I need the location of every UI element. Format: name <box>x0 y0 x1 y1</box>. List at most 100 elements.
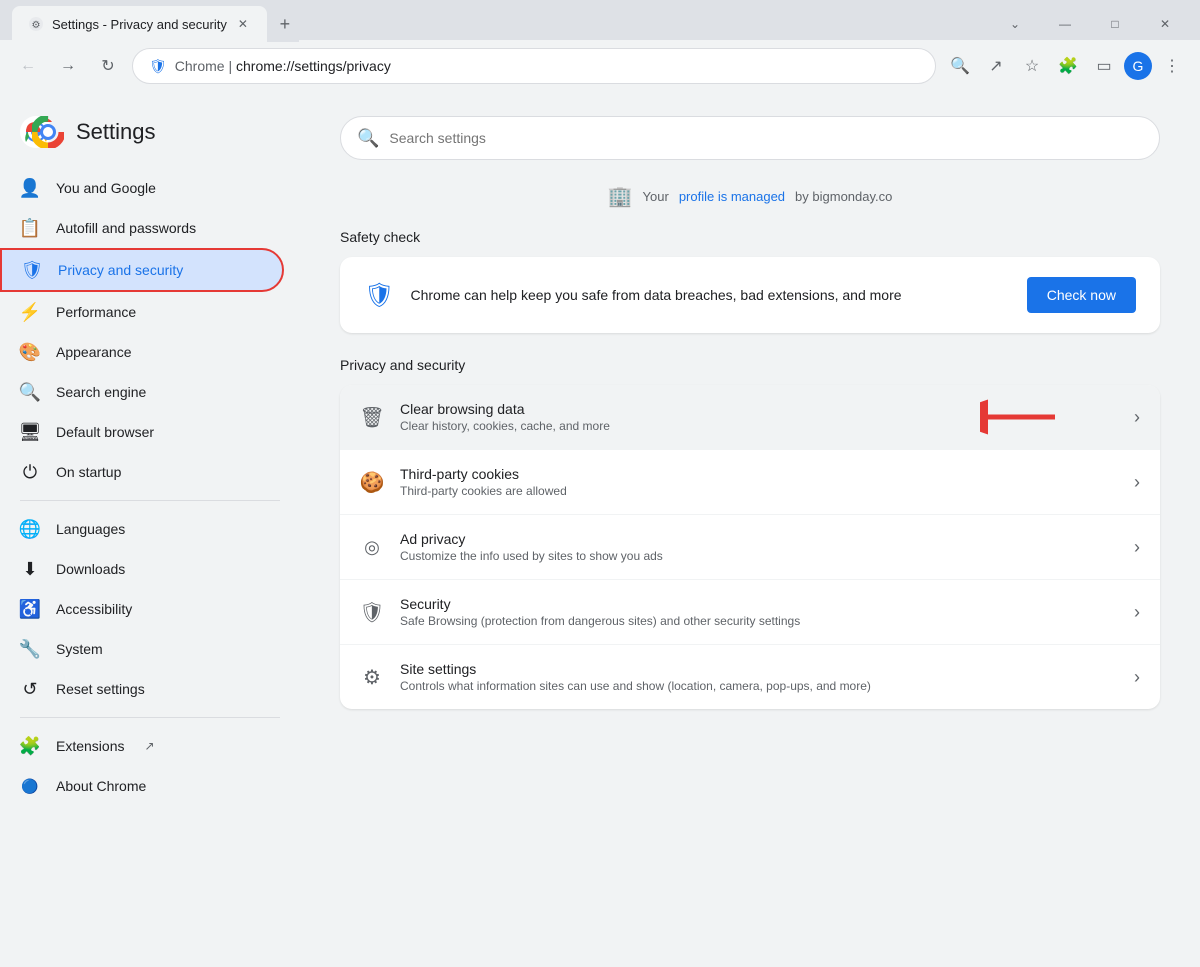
sidebar-item-extensions[interactable]: 🧩 Extensions ↗ <box>0 726 284 766</box>
trash-icon: 🗑 <box>360 405 384 429</box>
address-path: chrome://settings/privacy <box>236 58 391 74</box>
ad-privacy-subtitle: Customize the info used by sites to show… <box>400 549 1118 563</box>
privacy-settings-list: 🗑 Clear browsing data Clear history, coo… <box>340 385 1160 709</box>
security-content: Security Safe Browsing (protection from … <box>400 596 1118 628</box>
sidebar-header: Settings <box>0 108 300 168</box>
close-button[interactable]: ✕ <box>1142 8 1188 40</box>
sidebar-item-default-browser[interactable]: 🖥 Default browser <box>0 412 284 452</box>
third-party-cookies-title: Third-party cookies <box>400 466 1118 482</box>
startup-icon: ⏻ <box>20 462 40 482</box>
minimize-button[interactable]: — <box>1042 8 1088 40</box>
tab-close-button[interactable]: ✕ <box>235 16 251 32</box>
reload-button[interactable]: ↻ <box>92 50 124 82</box>
managed-text-before: Your <box>643 189 669 204</box>
browser-window: ⚙ Settings - Privacy and security ✕ + ⌄ … <box>0 0 1200 967</box>
managed-profile-banner: 🏢 Your profile is managed by bigmonday.c… <box>340 184 1160 209</box>
third-party-cookies-item[interactable]: 🍪 Third-party cookies Third-party cookie… <box>340 450 1160 515</box>
sidebar-item-autofill[interactable]: 📋 Autofill and passwords <box>0 208 284 248</box>
sidebar-item-system[interactable]: 🔧 System <box>0 629 284 669</box>
cookie-icon: 🍪 <box>360 470 384 494</box>
search-bar[interactable]: 🔍 <box>340 116 1160 160</box>
third-party-cookies-content: Third-party cookies Third-party cookies … <box>400 466 1118 498</box>
share-icon[interactable]: ↗ <box>980 50 1012 82</box>
safety-check-title: Safety check <box>340 229 1160 245</box>
privacy-shield-icon: 🛡 <box>22 260 42 280</box>
safety-check-description: Chrome can help keep you safe from data … <box>410 287 1010 303</box>
check-now-button[interactable]: Check now <box>1027 277 1136 313</box>
forward-button[interactable]: → <box>52 50 84 82</box>
performance-icon: ⚡ <box>20 302 40 322</box>
sidebar-toggle-icon[interactable]: ▭ <box>1088 50 1120 82</box>
downloads-icon: ⬇ <box>20 559 40 579</box>
sidebar-item-downloads[interactable]: ⬇ Downloads <box>0 549 284 589</box>
site-settings-content: Site settings Controls what information … <box>400 661 1118 693</box>
sidebar-divider-2 <box>20 717 280 718</box>
person-icon: 👤 <box>20 178 40 198</box>
managed-icon: 🏢 <box>608 184 633 209</box>
safety-check-card: 🛡 Chrome can help keep you safe from dat… <box>340 257 1160 333</box>
site-settings-subtitle: Controls what information sites can use … <box>400 679 1118 693</box>
ad-privacy-icon: ◎ <box>360 535 384 559</box>
search-engine-icon: 🔍 <box>20 382 40 402</box>
tab-favicon: ⚙ <box>28 16 44 32</box>
extensions-icon[interactable]: 🧩 <box>1052 50 1084 82</box>
bookmark-icon[interactable]: ☆ <box>1016 50 1048 82</box>
back-button[interactable]: ← <box>12 50 44 82</box>
ad-privacy-arrow: › <box>1134 537 1140 558</box>
settings-content: 🔍 🏢 Your profile is managed by bigmonday… <box>300 92 1200 967</box>
more-tabs-button[interactable]: ⌄ <box>992 8 1038 40</box>
new-tab-button[interactable]: + <box>271 10 299 38</box>
sidebar-item-reset[interactable]: ↺ Reset settings <box>0 669 284 709</box>
sidebar-item-languages[interactable]: 🌐 Languages <box>0 509 284 549</box>
tab-title: Settings - Privacy and security <box>52 17 227 32</box>
sidebar-item-you-and-google[interactable]: 👤 You and Google <box>0 168 284 208</box>
sidebar-item-on-startup[interactable]: ⏻ On startup <box>0 452 284 492</box>
ad-privacy-item[interactable]: ◎ Ad privacy Customize the info used by … <box>340 515 1160 580</box>
site-settings-item[interactable]: ⚙ Site settings Controls what informatio… <box>340 645 1160 709</box>
toolbar-icons: 🔍 ↗ ☆ 🧩 ▭ G ⋮ <box>944 50 1188 82</box>
ad-privacy-content: Ad privacy Customize the info used by si… <box>400 531 1118 563</box>
address-bar[interactable]: 🛡 Chrome | chrome://settings/privacy <box>132 48 936 84</box>
security-title: Security <box>400 596 1118 612</box>
search-bar-icon: 🔍 <box>357 128 379 149</box>
settings-page-title: Settings <box>76 119 156 145</box>
active-tab[interactable]: ⚙ Settings - Privacy and security ✕ <box>12 6 267 42</box>
languages-icon: 🌐 <box>20 519 40 539</box>
chrome-logo-svg <box>32 116 64 148</box>
site-settings-title: Site settings <box>400 661 1118 677</box>
extensions-sidebar-icon: 🧩 <box>20 736 40 756</box>
privacy-section-title: Privacy and security <box>340 357 1160 373</box>
managed-profile-link[interactable]: profile is managed <box>679 189 785 204</box>
ad-privacy-title: Ad privacy <box>400 531 1118 547</box>
search-toolbar-icon[interactable]: 🔍 <box>944 50 976 82</box>
search-input[interactable] <box>389 130 1143 146</box>
sidebar: Settings 👤 You and Google 📋 Autofill and… <box>0 92 300 967</box>
svg-text:⚙: ⚙ <box>32 20 41 31</box>
accessibility-icon: ♿ <box>20 599 40 619</box>
third-party-cookies-subtitle: Third-party cookies are allowed <box>400 484 1118 498</box>
appearance-icon: 🎨 <box>20 342 40 362</box>
sidebar-item-performance[interactable]: ⚡ Performance <box>0 292 284 332</box>
address-domain: Chrome | <box>175 58 236 74</box>
system-icon: 🔧 <box>20 639 40 659</box>
sidebar-item-privacy[interactable]: 🛡 Privacy and security <box>0 248 284 292</box>
menu-icon[interactable]: ⋮ <box>1156 50 1188 82</box>
sidebar-item-accessibility[interactable]: ♿ Accessibility <box>0 589 284 629</box>
third-party-cookies-arrow: › <box>1134 472 1140 493</box>
clear-browsing-data-arrow: › <box>1134 407 1140 428</box>
profile-button[interactable]: G <box>1124 52 1152 80</box>
window-controls: ⌄ — □ ✕ <box>992 8 1188 40</box>
main-container: Settings 👤 You and Google 📋 Autofill and… <box>0 92 1200 967</box>
default-browser-icon: 🖥 <box>20 422 40 442</box>
autofill-icon: 📋 <box>20 218 40 238</box>
sidebar-item-about-chrome[interactable]: 🔵 About Chrome <box>0 766 284 806</box>
clear-browsing-data-item[interactable]: 🗑 Clear browsing data Clear history, coo… <box>340 385 1160 450</box>
maximize-button[interactable]: □ <box>1092 8 1138 40</box>
address-text: Chrome | chrome://settings/privacy <box>175 58 919 74</box>
sidebar-item-search-engine[interactable]: 🔍 Search engine <box>0 372 284 412</box>
reset-icon: ↺ <box>20 679 40 699</box>
sidebar-item-appearance[interactable]: 🎨 Appearance <box>0 332 284 372</box>
site-settings-icon: ⚙ <box>360 665 384 689</box>
security-item[interactable]: 🛡 Security Safe Browsing (protection fro… <box>340 580 1160 645</box>
security-icon: 🛡 <box>149 58 167 75</box>
